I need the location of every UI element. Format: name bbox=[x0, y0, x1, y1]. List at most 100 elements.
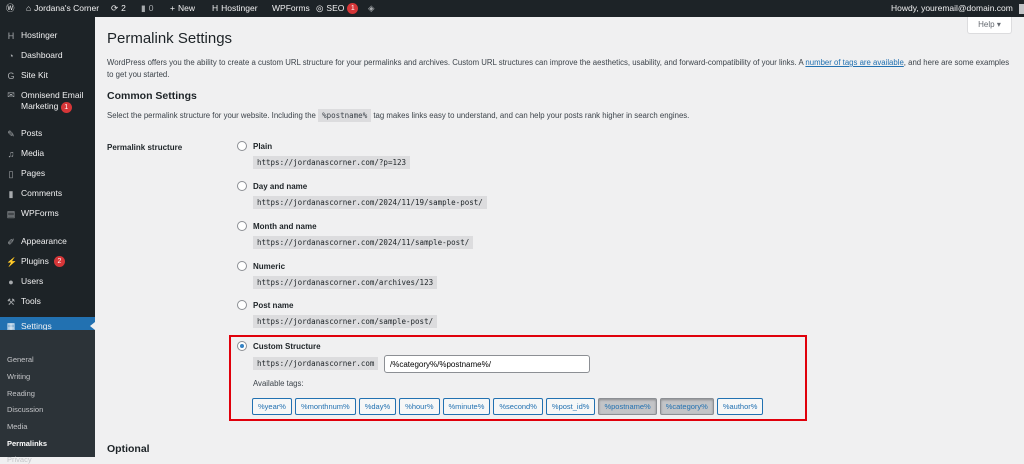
sidebar-item-label: Media bbox=[21, 148, 45, 158]
sidebar-item-omnisend-email[interactable]: ✉ Omnisend Email Marketing 1 bbox=[0, 90, 95, 113]
tag-button-hour[interactable]: %hour% bbox=[399, 398, 440, 415]
admin-bar: Ⓦ ⌂ Jordana's Corner ⟳ 2 ▮ 0 + New H Hostinge… bbox=[0, 0, 1024, 17]
plus-icon: + bbox=[170, 3, 175, 13]
sidebar-item-label: Tools bbox=[21, 296, 41, 306]
sidebar-item-site-kit[interactable]: G Site Kit bbox=[0, 70, 95, 81]
form-icon: ▤ bbox=[6, 208, 16, 219]
tag-button-second[interactable]: %second% bbox=[493, 398, 543, 415]
submenu-writing[interactable]: Writing bbox=[7, 372, 30, 381]
radio-post-name[interactable] bbox=[237, 300, 247, 310]
sidebar-item-appearance[interactable]: ✐ Appearance bbox=[0, 236, 95, 247]
sidebar-item-label: Comments bbox=[21, 188, 63, 198]
sidebar-item-label: Site Kit bbox=[21, 70, 48, 80]
seo-badge: 1 bbox=[347, 3, 359, 14]
hostinger-label: Hostinger bbox=[221, 3, 258, 13]
mail-icon: ✉ bbox=[7, 90, 15, 100]
comment-icon: ▮ bbox=[141, 3, 146, 13]
radio-custom-structure[interactable] bbox=[237, 341, 247, 351]
updates-link[interactable]: ⟳ 2 bbox=[111, 0, 126, 17]
custom-structure-input[interactable] bbox=[384, 355, 590, 373]
help-button[interactable]: Help ▾ bbox=[967, 17, 1012, 34]
user-icon: ● bbox=[8, 276, 14, 287]
tag-button-postname[interactable]: %postname% bbox=[598, 398, 657, 415]
sidebar-item-pages[interactable]: ▯ Pages bbox=[0, 168, 95, 179]
new-label: New bbox=[177, 3, 195, 13]
option-day-and-name[interactable]: Day and name bbox=[237, 181, 307, 191]
option-numeric[interactable]: Numeric bbox=[237, 261, 285, 271]
updates-count: 2 bbox=[121, 3, 126, 13]
sidebar-item-users[interactable]: ● Users bbox=[0, 276, 95, 287]
radio-numeric[interactable] bbox=[237, 261, 247, 271]
media-icon: ♫ bbox=[7, 148, 15, 159]
sidebar-item-label: Plugins bbox=[21, 256, 49, 266]
hostinger-link[interactable]: H Hostinger bbox=[212, 0, 258, 17]
admin-sidebar: H Hostinger ◔ Dashboard G Site Kit ✉ Omnisend E… bbox=[0, 17, 95, 464]
current-caret bbox=[90, 322, 95, 330]
comments-link[interactable]: ▮ 0 bbox=[141, 0, 153, 17]
sidebar-item-wpforms[interactable]: ▤ WPForms bbox=[0, 208, 95, 219]
option-label: Month and name bbox=[253, 221, 317, 231]
submenu-general[interactable]: General bbox=[7, 355, 34, 364]
brush-icon: ✐ bbox=[7, 236, 15, 247]
submenu-privacy[interactable]: Privacy bbox=[7, 455, 32, 464]
diamond-icon[interactable]: ◈ bbox=[368, 0, 375, 17]
option-post-name[interactable]: Post name bbox=[237, 300, 293, 310]
label-line2: Marketing bbox=[21, 101, 59, 111]
custom-prefix: https://jordanascorner.com bbox=[253, 357, 379, 370]
sidebar-item-comments[interactable]: ▮ Comments bbox=[0, 188, 95, 199]
radio-month-and-name[interactable] bbox=[237, 221, 247, 231]
tag-button-year[interactable]: %year% bbox=[252, 398, 292, 415]
sidebar-item-hostinger[interactable]: H Hostinger bbox=[0, 30, 95, 41]
tag-button-day[interactable]: %day% bbox=[358, 398, 397, 415]
example-url: https://jordanascorner.com/archives/123 bbox=[253, 276, 438, 289]
site-name-link[interactable]: ⌂ Jordana's Corner bbox=[26, 0, 99, 17]
howdy-link[interactable]: Howdy, youremail@domain.com bbox=[891, 0, 1024, 17]
sidebar-item-media[interactable]: ♫ Media bbox=[0, 148, 95, 159]
select-pre: Select the permalink structure for your … bbox=[107, 111, 319, 120]
submenu-discussion[interactable]: Discussion bbox=[7, 405, 43, 414]
sidebar-item-plugins[interactable]: ⚡ Plugins 2 bbox=[0, 256, 95, 267]
home-icon: ⌂ bbox=[26, 3, 32, 13]
sidebar-item-posts[interactable]: ✎ Posts bbox=[0, 128, 95, 139]
sidebar-item-label: Dashboard bbox=[21, 50, 63, 60]
tag-button-post_id[interactable]: %post_id% bbox=[545, 398, 596, 415]
tag-button-category[interactable]: %category% bbox=[659, 398, 714, 415]
wpforms-link[interactable]: WPForms bbox=[272, 0, 310, 17]
tags-link[interactable]: number of tags are available bbox=[805, 58, 903, 67]
submenu-media[interactable]: Media bbox=[7, 422, 27, 431]
comment-icon: ▮ bbox=[8, 188, 14, 199]
howdy-text: Howdy, youremail@domain.com bbox=[891, 3, 1013, 13]
option-plain[interactable]: Plain bbox=[237, 141, 272, 151]
option-month-and-name[interactable]: Month and name bbox=[237, 221, 317, 231]
tag-button-monthnum[interactable]: %monthnum% bbox=[294, 398, 356, 415]
optional-heading: Optional bbox=[107, 443, 150, 455]
submenu-permalinks[interactable]: Permalinks bbox=[7, 439, 47, 448]
sidebar-item-dashboard[interactable]: ◔ Dashboard bbox=[0, 50, 95, 61]
custom-structure-label: Custom Structure bbox=[253, 341, 321, 351]
tag-button-minute[interactable]: %minute% bbox=[442, 398, 491, 415]
wordpress-logo-icon[interactable]: Ⓦ bbox=[6, 0, 15, 17]
comments-count: 0 bbox=[148, 3, 154, 13]
tag-button-author[interactable]: %author% bbox=[716, 398, 764, 415]
common-settings-heading: Common Settings bbox=[107, 90, 197, 102]
dashboard-icon: ◔ bbox=[8, 50, 14, 61]
example-url: https://jordanascorner.com/sample-post/ bbox=[253, 315, 438, 328]
seo-label: SEO bbox=[326, 3, 345, 13]
seo-icon: ◎ bbox=[316, 3, 324, 13]
sidebar-item-label: Users bbox=[21, 276, 44, 286]
seo-link[interactable]: ◎ SEO 1 bbox=[316, 0, 359, 17]
option-custom-structure[interactable]: Custom Structure bbox=[237, 341, 321, 351]
notification-badge: 2 bbox=[53, 256, 65, 267]
radio-plain[interactable] bbox=[237, 141, 247, 151]
option-label: Plain bbox=[253, 141, 273, 151]
submenu-reading[interactable]: Reading bbox=[7, 389, 35, 398]
radio-day-and-name[interactable] bbox=[237, 181, 247, 191]
new-link[interactable]: + New bbox=[170, 0, 195, 17]
hostinger-icon: H bbox=[212, 3, 219, 13]
option-label: Numeric bbox=[253, 261, 286, 271]
example-url: https://jordanascorner.com/?p=123 bbox=[253, 156, 411, 169]
sidebar-item-tools[interactable]: ⚒ Tools bbox=[0, 296, 95, 307]
notification-badge: 1 bbox=[60, 102, 72, 113]
page-title: Permalink Settings bbox=[107, 30, 233, 47]
sidebar-item-label: Hostinger bbox=[21, 30, 58, 40]
